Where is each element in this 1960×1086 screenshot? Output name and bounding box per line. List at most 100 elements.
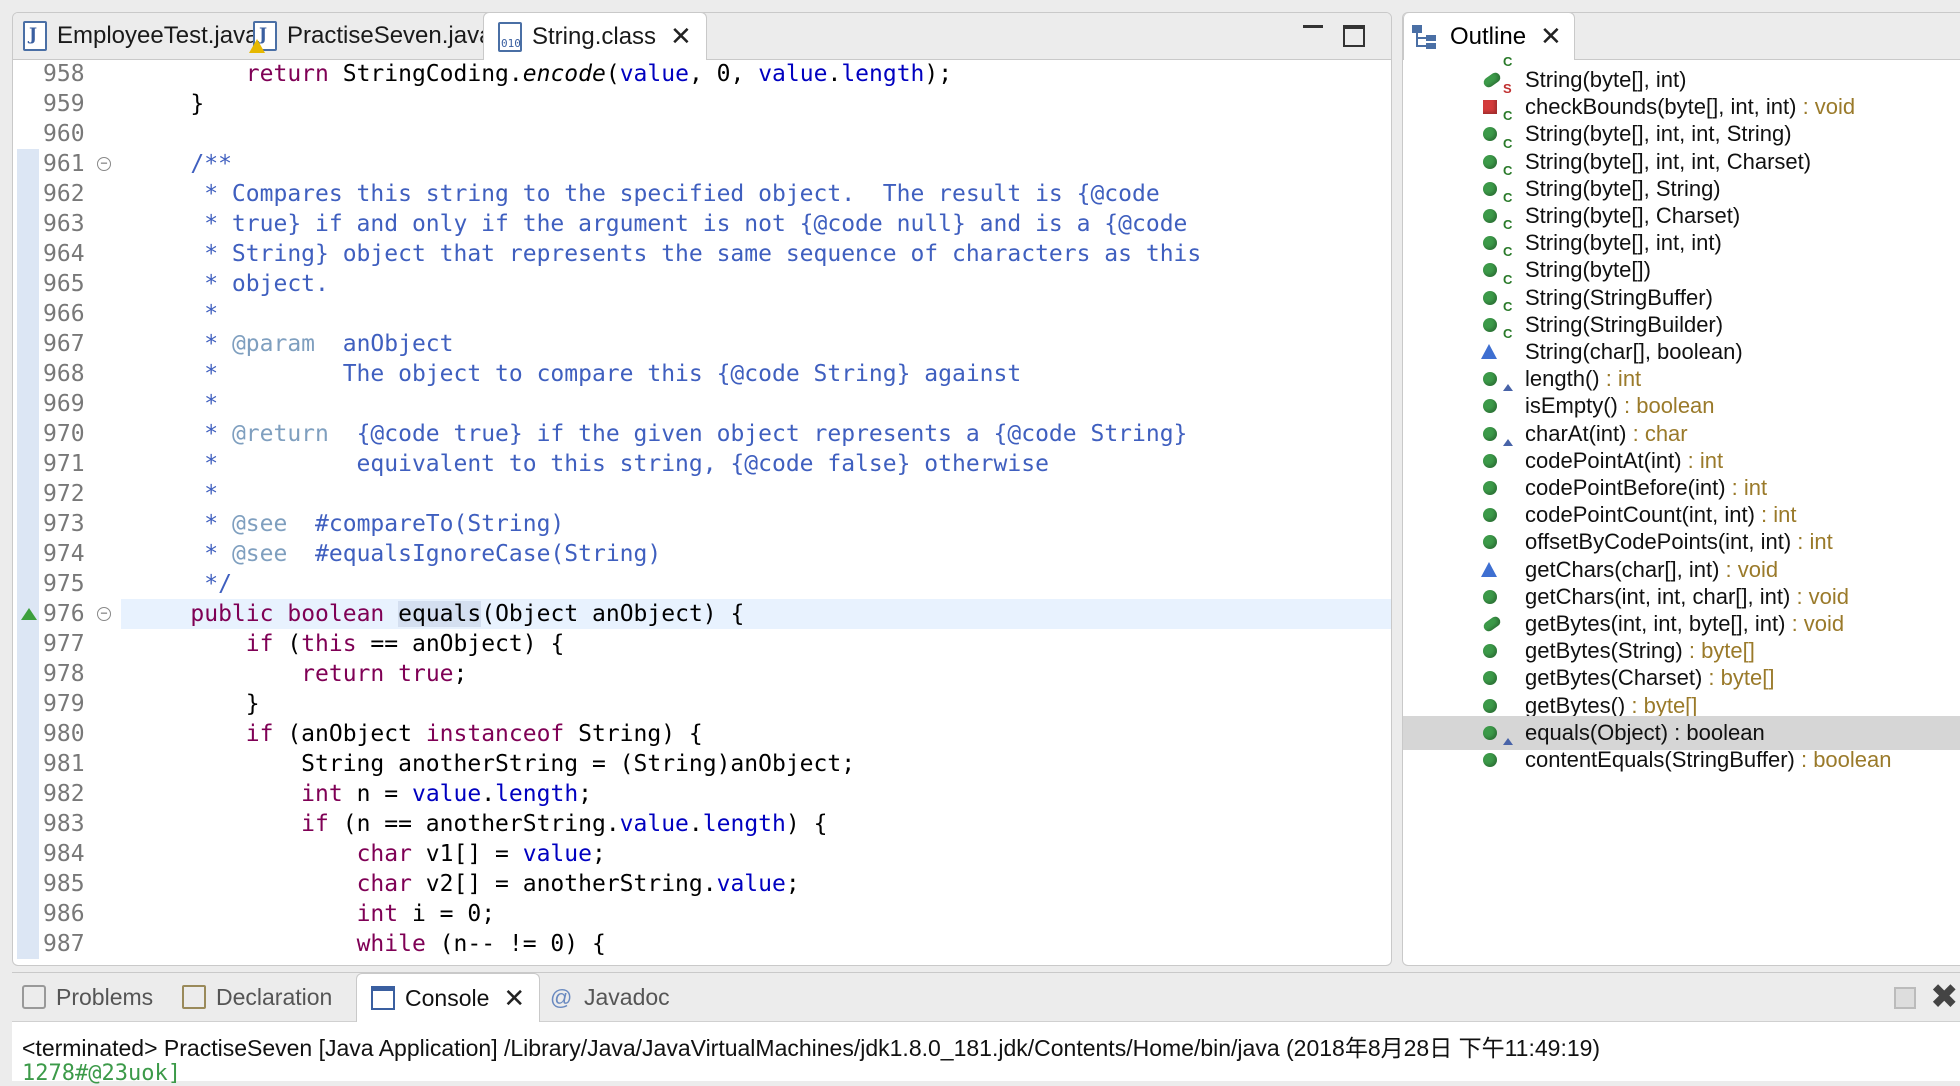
- minimize-button[interactable]: [1894, 987, 1916, 1009]
- code-line[interactable]: 982 int n = value.length;: [13, 779, 1391, 809]
- public-method-icon: [1483, 698, 1497, 713]
- tab-label: EmployeeTest.java: [57, 22, 259, 49]
- public-method-icon: [1483, 589, 1497, 604]
- line-number: 979: [43, 691, 85, 717]
- outline-tree: C String(byte[], int) ScheckBounds(byte[],…: [1403, 54, 1960, 965]
- public-method-icon: [1483, 671, 1497, 686]
- code-line[interactable]: 967 * @param anObject: [13, 329, 1391, 359]
- public-method-icon: [1483, 154, 1497, 169]
- tab-console[interactable]: Console ✕: [356, 973, 541, 1022]
- code-text: * String} object that represents the sam…: [135, 241, 1202, 267]
- code-line[interactable]: 970 * @return {@code true} if the given …: [13, 419, 1391, 449]
- outline-item[interactable]: contentEquals(StringBuffer) : boolean: [1403, 743, 1960, 777]
- code-line[interactable]: 959 }: [13, 89, 1391, 119]
- code-text: int i = 0;: [356, 901, 496, 927]
- public-method-icon: [1483, 209, 1497, 223]
- code-line[interactable]: 977 if (this == anObject) {: [13, 629, 1391, 659]
- public-method-icon: [1483, 372, 1497, 387]
- tab-outline[interactable]: Outline ✕: [1403, 13, 1575, 60]
- code-text: char v1[] = value;: [356, 841, 606, 867]
- code-line[interactable]: 960: [13, 119, 1391, 149]
- public-method-icon: [1483, 317, 1497, 332]
- tab-label: Declaration: [216, 983, 333, 1010]
- constructor-modifier-icon: C: [1503, 244, 1513, 260]
- console-status: <terminated> PractiseSeven [Java Applica…: [22, 1035, 1601, 1061]
- line-number: 977: [43, 631, 85, 657]
- line-number: 959: [43, 91, 85, 117]
- code-line[interactable]: 973 * @see #compareTo(String): [13, 509, 1391, 539]
- code-line[interactable]: 979 }: [13, 689, 1391, 719]
- code-line[interactable]: 962 * Compares this string to the specif…: [13, 179, 1391, 209]
- editor-pane: J EmployeeTest.java J PractiseSeven.java…: [12, 12, 1392, 966]
- code-line[interactable]: 975 */: [13, 569, 1391, 599]
- private-method-icon: [1483, 100, 1497, 115]
- code-line[interactable]: 984 char v1[] = value;: [13, 839, 1391, 869]
- code-line[interactable]: 983 if (n == anotherString.value.length)…: [13, 809, 1391, 839]
- constructor-modifier-icon: C: [1503, 54, 1513, 69]
- code-line[interactable]: 966 *: [13, 299, 1391, 329]
- constructor-modifier-icon: C: [1503, 326, 1513, 341]
- tab-javadoc[interactable]: @ Javadoc: [550, 973, 670, 1021]
- line-number: 971: [43, 451, 85, 477]
- code-text: if (this == anObject) {: [245, 631, 565, 657]
- java-file-warning-icon: J: [249, 21, 277, 53]
- line-number: 963: [43, 211, 85, 237]
- code-text: *: [135, 391, 219, 417]
- line-number: 966: [43, 301, 85, 327]
- code-text: if (n == anotherString.value.length) {: [301, 811, 828, 837]
- close-view-icon[interactable]: ✖: [1930, 977, 1959, 1017]
- tab-problems[interactable]: Problems: [22, 973, 153, 1021]
- maximize-button[interactable]: [1343, 25, 1365, 47]
- code-text: }: [135, 691, 260, 717]
- public-method-icon: [1483, 263, 1497, 278]
- code-line[interactable]: 969 *: [13, 389, 1391, 419]
- line-number: 980: [43, 721, 85, 747]
- code-editor[interactable]: 958 return StringCoding.encode(value, 0,…: [13, 59, 1391, 965]
- code-line[interactable]: 972 *: [13, 479, 1391, 509]
- public-method-icon: [1483, 236, 1497, 251]
- line-number: 982: [43, 781, 85, 807]
- code-line[interactable]: 965 * object.: [13, 269, 1391, 299]
- code-text: * @return {@code true} if the given obje…: [135, 421, 1188, 447]
- line-number: 986: [43, 901, 85, 927]
- public-method-icon: [1483, 453, 1497, 468]
- code-line[interactable]: 976− public boolean equals(Object anObje…: [13, 599, 1391, 629]
- close-console-icon[interactable]: ✕: [503, 983, 525, 1014]
- code-text: *: [135, 481, 219, 507]
- package-method-icon: [1481, 561, 1497, 577]
- outline-view: Outline ✕ C String(byte[], int) ScheckBoun…: [1402, 12, 1960, 966]
- bottom-tab-bar: Problems Declaration Console ✕ @ Javadoc…: [12, 973, 1960, 1022]
- constructor-modifier-icon: C: [1503, 298, 1513, 314]
- tab-string-class[interactable]: 010 String.class ✕: [483, 13, 707, 60]
- code-line[interactable]: 964 * String} object that represents the…: [13, 239, 1391, 269]
- public-method-icon: [1483, 127, 1497, 142]
- console-output[interactable]: 1278#@23uok]: [22, 1061, 181, 1086]
- line-number: 958: [43, 61, 85, 87]
- line-number: 967: [43, 331, 85, 357]
- code-line[interactable]: 958 return StringCoding.encode(value, 0,…: [13, 59, 1391, 89]
- code-line[interactable]: 974 * @see #equalsIgnoreCase(String): [13, 539, 1391, 569]
- code-line[interactable]: 986 int i = 0;: [13, 899, 1391, 929]
- code-line[interactable]: 961− /**: [13, 149, 1391, 179]
- tab-label: Javadoc: [584, 983, 670, 1010]
- tab-practiseseven[interactable]: J PractiseSeven.java: [249, 13, 492, 59]
- code-line[interactable]: 968 * The object to compare this {@code …: [13, 359, 1391, 389]
- close-outline-icon[interactable]: ✕: [1540, 21, 1562, 52]
- code-line[interactable]: 980 if (anObject instanceof String) {: [13, 719, 1391, 749]
- code-line[interactable]: 981 String anotherString = (String)anObj…: [13, 749, 1391, 779]
- public-method-icon: [1483, 481, 1497, 495]
- console-icon: [371, 986, 395, 1010]
- minimize-button[interactable]: [1303, 21, 1323, 28]
- tab-employeetest[interactable]: J EmployeeTest.java: [23, 13, 258, 59]
- code-line[interactable]: 987 while (n-- != 0) {: [13, 929, 1391, 959]
- code-text: * The object to compare this {@code Stri…: [135, 361, 1022, 387]
- fold-toggle-icon[interactable]: −: [97, 157, 111, 171]
- code-line[interactable]: 985 char v2[] = anotherString.value;: [13, 869, 1391, 899]
- code-line[interactable]: 971 * equivalent to this string, {@code …: [13, 449, 1391, 479]
- fold-toggle-icon[interactable]: −: [97, 607, 111, 621]
- code-line[interactable]: 978 return true;: [13, 659, 1391, 689]
- tab-declaration[interactable]: Declaration: [182, 973, 332, 1021]
- code-line[interactable]: 963 * true} if and only if the argument …: [13, 209, 1391, 239]
- public-method-icon: [1481, 614, 1503, 634]
- close-tab-icon[interactable]: ✕: [670, 21, 692, 52]
